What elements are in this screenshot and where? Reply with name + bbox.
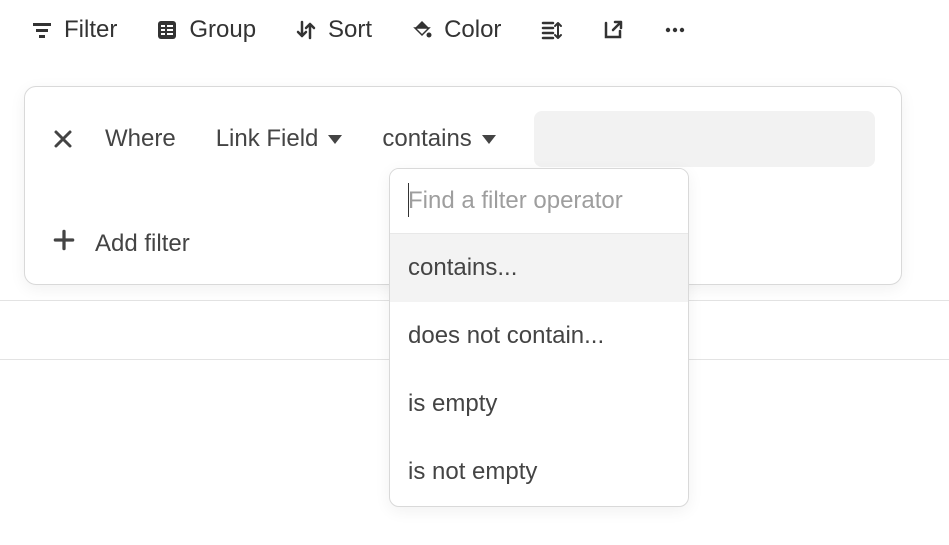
field-dropdown-label: Link Field (216, 125, 319, 153)
share-button[interactable] (601, 18, 625, 42)
sort-button[interactable]: Sort (294, 16, 372, 44)
plus-icon (51, 227, 77, 260)
chevron-down-icon (328, 135, 342, 144)
operator-option-label: is empty (408, 390, 497, 417)
filter-button[interactable]: Filter (30, 16, 117, 44)
operator-dropdown[interactable]: contains (382, 125, 495, 153)
group-icon (155, 18, 179, 42)
operator-option-is-empty[interactable]: is empty (390, 370, 688, 438)
text-cursor (408, 183, 409, 217)
operator-option-contains[interactable]: contains... (390, 234, 688, 302)
color-label: Color (444, 16, 501, 44)
color-button[interactable]: Color (410, 16, 501, 44)
more-icon (663, 18, 687, 42)
operator-dropdown-label: contains (382, 125, 471, 153)
more-button[interactable] (663, 18, 687, 42)
operator-search-input[interactable] (390, 169, 688, 233)
where-label: Where (105, 125, 176, 153)
add-filter-label: Add filter (95, 230, 190, 258)
row-height-icon (539, 18, 563, 42)
toolbar: Filter Group Sort Color (0, 0, 949, 60)
operator-popup: contains... does not contain... is empty… (389, 168, 689, 507)
row-height-button[interactable] (539, 18, 563, 42)
filter-icon (30, 18, 54, 42)
filter-value-input[interactable] (534, 111, 875, 167)
operator-option-is-not-empty[interactable]: is not empty (390, 438, 688, 506)
share-icon (601, 18, 625, 42)
filter-label: Filter (64, 16, 117, 44)
sort-label: Sort (328, 16, 372, 44)
group-button[interactable]: Group (155, 16, 256, 44)
filter-condition-row: Where Link Field contains (51, 111, 875, 167)
operator-search-wrap (390, 169, 688, 234)
chevron-down-icon (482, 135, 496, 144)
field-dropdown[interactable]: Link Field (216, 125, 343, 153)
operator-option-label: is not empty (408, 458, 537, 485)
group-label: Group (189, 16, 256, 44)
color-icon (410, 18, 434, 42)
operator-option-does-not-contain[interactable]: does not contain... (390, 302, 688, 370)
operator-option-label: does not contain... (408, 322, 604, 349)
remove-condition-button[interactable] (51, 127, 75, 151)
sort-icon (294, 18, 318, 42)
operator-option-label: contains... (408, 254, 517, 281)
